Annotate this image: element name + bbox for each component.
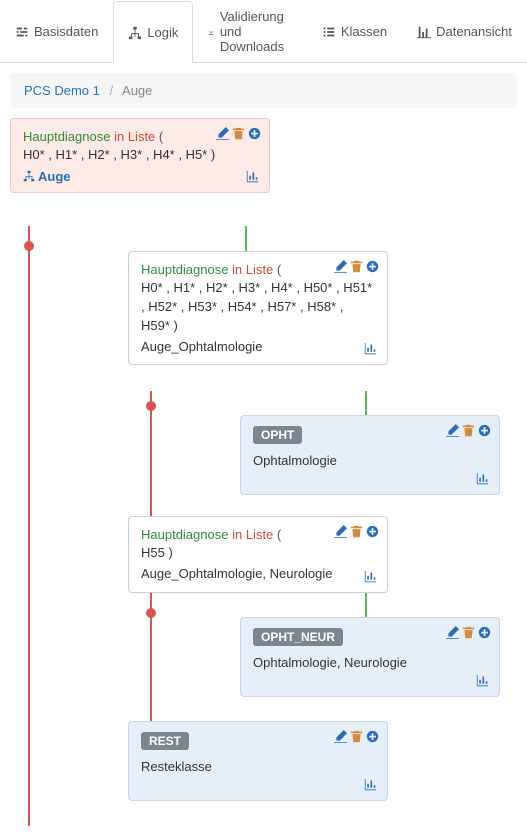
list-icon <box>322 25 336 39</box>
download-icon <box>208 25 214 39</box>
node-actions <box>334 260 379 276</box>
breadcrumb-separator: / <box>110 83 114 98</box>
add-button[interactable] <box>478 424 491 440</box>
add-button[interactable] <box>366 730 379 746</box>
tab-logik[interactable]: Logik <box>113 1 193 63</box>
terminal-badge: REST <box>141 732 189 750</box>
delete-button[interactable] <box>350 260 363 276</box>
terminal-label: Ophtalmologie <box>253 452 487 471</box>
node-actions <box>334 525 379 541</box>
tree-branch-dot <box>24 241 34 251</box>
tab-label: Validierung und Downloads <box>220 9 292 54</box>
terminal-label: Ophtalmologie, Neurologie <box>253 654 487 673</box>
tab-datenansicht[interactable]: Datenansicht <box>402 0 527 62</box>
edit-button[interactable] <box>216 127 229 143</box>
node-actions <box>446 626 491 642</box>
tab-bar: Basisdaten Logik Validierung und Downloa… <box>0 0 527 63</box>
terminal-node[interactable]: OPHT_NEUR Ophtalmologie, Neurologie <box>240 617 500 697</box>
tree-line <box>365 593 367 617</box>
delete-button[interactable] <box>462 626 475 642</box>
edit-button[interactable] <box>446 626 459 642</box>
tree-line <box>245 226 247 251</box>
delete-button[interactable] <box>232 127 245 143</box>
logic-tree: Hauptdiagnose in Liste ( H0* , H1* , H2*… <box>10 118 517 828</box>
bar-chart-icon <box>417 25 431 39</box>
edit-button[interactable] <box>334 730 347 746</box>
terminal-badge: OPHT_NEUR <box>253 628 343 646</box>
tab-label: Logik <box>147 25 178 40</box>
tree-line <box>28 226 30 826</box>
rule-class-link[interactable]: Auge <box>23 169 71 184</box>
rule-codes: H0* , H1* , H2* , H3* , H4* , H5* ) <box>23 146 257 165</box>
rule-codes: H0* , H1* , H2* , H3* , H4* , H50* , H51… <box>141 279 375 336</box>
edit-button[interactable] <box>334 260 347 276</box>
rule-node[interactable]: Hauptdiagnose in Liste ( H55 ) Auge_Opht… <box>128 516 388 593</box>
tab-klassen[interactable]: Klassen <box>307 0 402 62</box>
edit-button[interactable] <box>334 525 347 541</box>
tab-basisdaten[interactable]: Basisdaten <box>0 0 113 62</box>
delete-button[interactable] <box>462 424 475 440</box>
rule-class-link-row: Auge <box>23 169 257 184</box>
rule-node-root[interactable]: Hauptdiagnose in Liste ( H0* , H1* , H2*… <box>10 118 270 193</box>
terminal-label: Resteklasse <box>141 758 375 777</box>
terminal-badge: OPHT <box>253 426 302 444</box>
tab-label: Datenansicht <box>436 24 512 39</box>
chart-button[interactable] <box>246 170 259 186</box>
terminal-node-rest[interactable]: REST Resteklasse <box>128 721 388 801</box>
node-actions <box>334 730 379 746</box>
sitemap-icon <box>23 170 35 182</box>
add-button[interactable] <box>366 260 379 276</box>
tab-validierung[interactable]: Validierung und Downloads <box>193 0 306 62</box>
breadcrumb-current: Auge <box>122 83 152 98</box>
terminal-node[interactable]: OPHT Ophtalmologie <box>240 415 500 495</box>
add-button[interactable] <box>366 525 379 541</box>
rule-codes: H55 ) <box>141 544 375 563</box>
delete-button[interactable] <box>350 525 363 541</box>
sliders-icon <box>15 25 29 39</box>
node-actions <box>216 127 261 143</box>
breadcrumb: PCS Demo 1 / Auge <box>10 73 517 108</box>
rule-node[interactable]: Hauptdiagnose in Liste ( H0* , H1* , H2*… <box>128 251 388 365</box>
chart-button[interactable] <box>476 472 489 488</box>
chart-button[interactable] <box>364 778 377 794</box>
sitemap-icon <box>128 26 142 40</box>
chart-button[interactable] <box>364 570 377 586</box>
tree-branch-dot <box>146 401 156 411</box>
breadcrumb-root-link[interactable]: PCS Demo 1 <box>24 83 100 98</box>
edit-button[interactable] <box>446 424 459 440</box>
tree-branch-dot <box>146 608 156 618</box>
node-actions <box>446 424 491 440</box>
tree-line <box>365 391 367 415</box>
tab-label: Klassen <box>341 24 387 39</box>
add-button[interactable] <box>248 127 261 143</box>
tab-label: Basisdaten <box>34 24 98 39</box>
add-button[interactable] <box>478 626 491 642</box>
rule-class-label: Auge_Ophtalmologie <box>141 338 375 357</box>
chart-button[interactable] <box>476 674 489 690</box>
delete-button[interactable] <box>350 730 363 746</box>
rule-class-label: Auge_Ophtalmologie, Neurologie <box>141 565 375 584</box>
chart-button[interactable] <box>364 342 377 358</box>
